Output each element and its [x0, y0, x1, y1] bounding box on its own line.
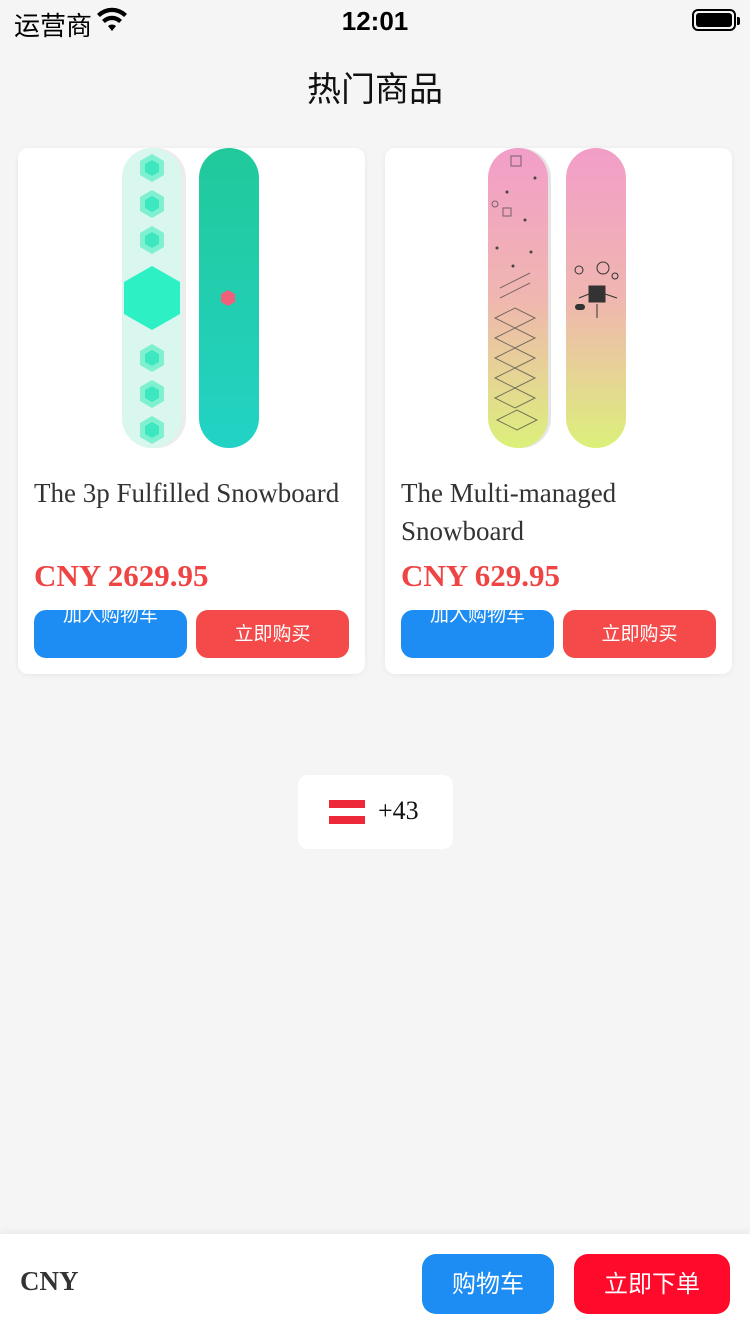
buy-now-button[interactable]: 立即购买 — [563, 610, 716, 658]
add-to-cart-button[interactable]: 加入购物车 — [34, 610, 187, 658]
battery-icon — [692, 9, 740, 31]
country-code: +43 — [378, 796, 419, 825]
buy-now-button[interactable]: 立即购买 — [196, 610, 349, 658]
snowboard-pink-yellow-image — [488, 148, 626, 448]
country-code-selector[interactable]: +43 — [298, 775, 453, 849]
product-card[interactable]: The Multi-managed Snowboard CNY 629.95 加… — [385, 148, 732, 674]
bottom-bar: CNY 购物车 立即下单 — [0, 1234, 750, 1334]
product-name: The Multi-managed Snowboard — [401, 478, 617, 546]
currency-label: CNY — [20, 1266, 79, 1296]
clock: 12:01 — [341, 6, 409, 36]
add-to-cart-button[interactable]: 加入购物车 — [401, 610, 554, 658]
status-bar: 运营商 12:01 — [0, 0, 750, 44]
product-card[interactable]: The 3p Fulfilled Snowboard CNY 2629.95 加… — [18, 148, 365, 674]
page-title: 热门商品 — [307, 70, 443, 110]
snowboard-teal-image — [122, 148, 259, 448]
cart-button[interactable]: 购物车 — [422, 1254, 554, 1314]
austria-flag-icon — [329, 800, 365, 824]
place-order-button[interactable]: 立即下单 — [574, 1254, 730, 1314]
product-price: CNY 2629.95 — [34, 558, 209, 593]
add-to-cart-label: 加入购物车 — [429, 610, 525, 626]
product-price: CNY 629.95 — [401, 558, 561, 593]
product-name: The 3p Fulfilled Snowboard — [34, 478, 340, 508]
product-grid: The 3p Fulfilled Snowboard CNY 2629.95 加… — [18, 148, 732, 674]
add-to-cart-label: 加入购物车 — [62, 610, 158, 626]
